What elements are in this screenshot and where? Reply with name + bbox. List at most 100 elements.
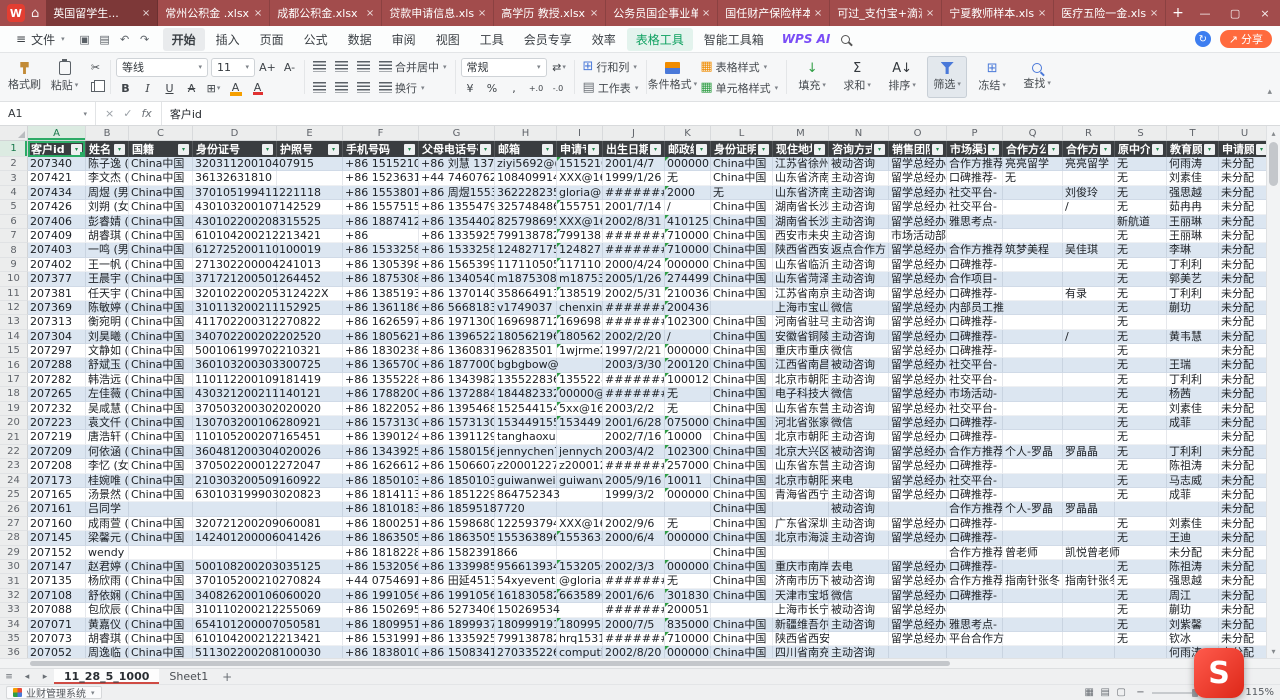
cell-T20[interactable]: 成菲 xyxy=(1167,416,1219,430)
new-document-tab-button[interactable]: + xyxy=(1166,0,1190,26)
cell-P9[interactable]: 口碑推荐- xyxy=(947,258,1003,272)
cell-N9[interactable]: 主动咨询 xyxy=(829,258,889,272)
cell-Q19[interactable] xyxy=(1003,402,1063,416)
cell-G6[interactable]: +86 1354402198 xyxy=(419,215,495,229)
cell-S36[interactable] xyxy=(1115,646,1167,658)
cell-L12[interactable] xyxy=(711,301,773,315)
cell-H3[interactable]: 108409914 xyxy=(495,171,557,185)
cell-N36[interactable]: 主动咨询 xyxy=(829,646,889,658)
cell-G27[interactable]: +86 1598680231 xyxy=(419,517,495,531)
cell-P32[interactable]: 口碑推荐- xyxy=(947,589,1003,603)
tab-close-icon[interactable]: × xyxy=(590,8,598,19)
cell-K12[interactable]: 200436 xyxy=(665,301,711,315)
number-format-select[interactable]: 常规▾ xyxy=(461,58,547,77)
cell-H2[interactable]: ziyi5692@( xyxy=(495,157,557,171)
wps-ai-button[interactable]: WPS AI xyxy=(782,32,831,46)
cell-H30[interactable]: 956613934 xyxy=(495,560,557,574)
cell-D29[interactable] xyxy=(193,546,277,560)
cell-O16[interactable]: 留学总经办 xyxy=(889,358,947,372)
cell-H15[interactable]: 96283501 xyxy=(495,344,557,358)
undo-icon[interactable]: ↶ xyxy=(116,30,134,48)
cell-K21[interactable]: 10000 xyxy=(665,430,711,444)
cell-M28[interactable]: 北京市海淀 xyxy=(773,531,829,545)
cell-L14[interactable]: China中国 xyxy=(711,330,773,344)
filter-header-T[interactable]: 教育顾问▾ xyxy=(1167,141,1219,157)
cell-P35[interactable]: 平台合作方 xyxy=(947,632,1003,646)
tab-close-icon[interactable]: × xyxy=(814,8,822,19)
cell-G33[interactable]: +86 52734062 xyxy=(419,603,495,617)
cell-A24[interactable]: 207173 xyxy=(28,474,86,488)
cell-I29[interactable] xyxy=(557,546,603,560)
cell-D24[interactable]: 210303200509160922 xyxy=(193,474,277,488)
cell-R16[interactable] xyxy=(1063,358,1115,372)
filter-header-U[interactable]: 申请顾问▾ xyxy=(1219,141,1271,157)
cell-M25[interactable]: 青海省西宁 xyxy=(773,488,829,502)
cell-D5[interactable]: 430103200107142529 xyxy=(193,200,277,214)
cell-L35[interactable]: China中国 xyxy=(711,632,773,646)
cell-B17[interactable]: 韩浩远 (男 xyxy=(86,373,129,387)
cell-C11[interactable]: China中国 xyxy=(129,287,193,301)
filter-dropdown-icon[interactable]: ▾ xyxy=(874,144,885,155)
cell-H32[interactable]: 161830582 xyxy=(495,589,557,603)
cell-I22[interactable]: jennychen7 xyxy=(557,445,603,459)
cell-A25[interactable]: 207165 xyxy=(28,488,86,502)
cell-E26[interactable] xyxy=(277,502,343,516)
cell-Q15[interactable] xyxy=(1003,344,1063,358)
cell-A17[interactable]: 207282 xyxy=(28,373,86,387)
cell-P2[interactable]: 合作方推荐 xyxy=(947,157,1003,171)
cell-N26[interactable]: 被动咨询 xyxy=(829,502,889,516)
menu-tab-开始[interactable]: 开始 xyxy=(163,28,205,51)
cell-U27[interactable]: 未分配 xyxy=(1219,517,1271,531)
cell-T27[interactable]: 刘素佳 xyxy=(1167,517,1219,531)
cell-P22[interactable]: 合作方推荐 xyxy=(947,445,1003,459)
cell-O7[interactable]: 市场活动部 xyxy=(889,229,947,243)
filter-dropdown-icon[interactable]: ▾ xyxy=(71,144,82,155)
row-number[interactable]: 21 xyxy=(0,430,28,444)
cell-U29[interactable]: 未分配 xyxy=(1219,546,1271,560)
row-number[interactable]: 31 xyxy=(0,574,28,588)
cell-L24[interactable]: China中国 xyxy=(711,474,773,488)
confirm-entry-icon[interactable]: ✓ xyxy=(123,107,132,120)
tab-close-icon[interactable]: × xyxy=(1038,8,1046,19)
cell-F35[interactable]: +86 15319918 xyxy=(343,632,419,646)
cell-G17[interactable]: +86 1343982452 xyxy=(419,373,495,387)
cell-C31[interactable]: China中国 xyxy=(129,574,193,588)
cell-B27[interactable]: 成雨萱 (女 xyxy=(86,517,129,531)
cell-T24[interactable]: 马志威 xyxy=(1167,474,1219,488)
cell-C34[interactable]: China中国 xyxy=(129,618,193,632)
font-name-select[interactable]: 等线▾ xyxy=(116,58,208,77)
cell-I27[interactable]: XXX@163.( xyxy=(557,517,603,531)
cell-R17[interactable] xyxy=(1063,373,1115,387)
cell-M32[interactable]: 天津市宝坻 xyxy=(773,589,829,603)
cell-G12[interactable]: +86 56681836 xyxy=(419,301,495,315)
cell-P12[interactable]: 内部员工推 xyxy=(947,301,1003,315)
cell-G32[interactable]: +86 1991056833 xyxy=(419,589,495,603)
cell-T12[interactable]: 蒯玏 xyxy=(1167,301,1219,315)
cell-C26[interactable] xyxy=(129,502,193,516)
menu-tab-工具[interactable]: 工具 xyxy=(471,28,513,51)
cell-D7[interactable]: 610104200212213421 xyxy=(193,229,277,243)
cell-Q24[interactable] xyxy=(1003,474,1063,488)
cell-H9[interactable]: 117110505 xyxy=(495,258,557,272)
currency-format-icon[interactable]: ¥ xyxy=(461,80,480,97)
system-menu-button[interactable]: 业财管理系统 ▾ xyxy=(6,686,102,699)
cell-B20[interactable]: 袁文仟 (女 xyxy=(86,416,129,430)
cell-N28[interactable]: 主动咨询 xyxy=(829,531,889,545)
cell-J34[interactable]: 2000/7/5 xyxy=(603,618,665,632)
cell-J22[interactable]: 2003/4/2 xyxy=(603,445,665,459)
cell-O27[interactable]: 留学总经办 xyxy=(889,517,947,531)
filter-dropdown-icon[interactable]: ▾ xyxy=(542,144,553,155)
filter-button[interactable]: 筛选▾ xyxy=(927,56,967,98)
cell-L7[interactable]: China中国 xyxy=(711,229,773,243)
column-letter-G[interactable]: G xyxy=(419,126,495,140)
cell-L4[interactable]: 无 xyxy=(711,186,773,200)
row-number[interactable]: 34 xyxy=(0,618,28,632)
cell-O36[interactable] xyxy=(889,646,947,658)
cell-D36[interactable]: 511302200208100030 xyxy=(193,646,277,658)
menu-tab-效率[interactable]: 效率 xyxy=(583,28,625,51)
cell-P4[interactable]: 社交平台- xyxy=(947,186,1003,200)
cell-K35[interactable]: 710000 xyxy=(665,632,711,646)
cell-O35[interactable]: 留学总经办 xyxy=(889,632,947,646)
cell-C2[interactable]: China中国 xyxy=(129,157,193,171)
cell-J31[interactable]: ####### xyxy=(603,574,665,588)
